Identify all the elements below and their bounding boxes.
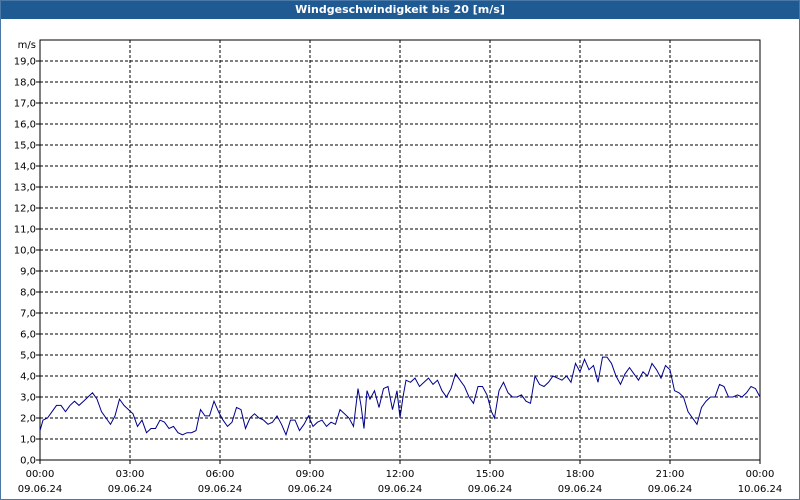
x-tick-time-label: 03:00 [116, 469, 145, 480]
y-tick-label: 6,0 [20, 330, 36, 341]
x-tick-time-label: 00:00 [746, 469, 775, 480]
y-tick-label: 2,0 [20, 414, 36, 425]
y-tick-label: 11,0 [14, 225, 36, 236]
y-tick-label: 14,0 [14, 162, 36, 173]
x-tick-time-label: 15:00 [476, 469, 505, 480]
x-tick-time-label: 06:00 [206, 469, 235, 480]
y-tick-label: 1,0 [20, 435, 36, 446]
y-tick-label: 10,0 [14, 246, 36, 257]
x-tick-date-label: 09.06.24 [18, 484, 63, 495]
x-tick-date-label: 09.06.24 [558, 484, 603, 495]
y-axis-label: m/s [18, 40, 36, 51]
y-tick-label: 8,0 [20, 288, 36, 299]
y-tick-label: 19,0 [14, 57, 36, 68]
y-tick-label: 17,0 [14, 99, 36, 110]
x-tick-date-label: 09.06.24 [198, 484, 243, 495]
x-tick-date-label: 09.06.24 [108, 484, 153, 495]
y-tick-label: 12,0 [14, 204, 36, 215]
y-tick-label: 3,0 [20, 393, 36, 404]
x-tick-time-label: 09:00 [296, 469, 325, 480]
chart-svg: 0,0 1,0 2,0 3,0 4,0 5,0 6,0 7,0 8,0 9,0 10,0 11,0 12… [14, 39, 783, 495]
x-tick-date-label: 10.06.24 [738, 484, 783, 495]
y-tick-label: 13,0 [14, 183, 36, 194]
x-tick-time-label: 12:00 [386, 469, 415, 480]
x-tick-date-label: 09.06.24 [288, 484, 333, 495]
x-tick-date-label: 09.06.24 [648, 484, 693, 495]
x-tick-time-label: 21:00 [656, 469, 685, 480]
y-tick-label: 9,0 [20, 267, 36, 278]
y-tick-label: 16,0 [14, 120, 36, 131]
y-tick-label: 15,0 [14, 141, 36, 152]
y-tick-label: 7,0 [20, 309, 36, 320]
y-tick-label: 18,0 [14, 78, 36, 89]
x-tick-time-label: 00:00 [26, 469, 55, 480]
x-tick-time-label: 18:00 [566, 469, 595, 480]
y-tick-label: 4,0 [20, 372, 36, 383]
y-tick-label: 5,0 [20, 351, 36, 362]
y-tick-label: 0,0 [20, 456, 36, 467]
x-tick-date-label: 09.06.24 [468, 484, 513, 495]
x-tick-date-label: 09.06.24 [378, 484, 423, 495]
